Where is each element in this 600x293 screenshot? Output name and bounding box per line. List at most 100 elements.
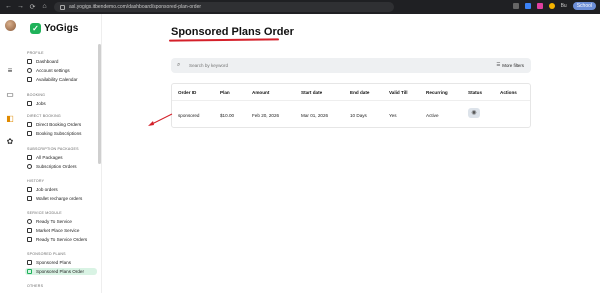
cell-order-id: sponsored	[178, 113, 200, 118]
sidebar-item-label: Ready To Service	[36, 219, 72, 224]
column-header: End date	[350, 90, 370, 95]
sidebar-item-ready-to-service[interactable]: Ready To Service	[27, 218, 72, 225]
column-header: Status	[468, 90, 483, 95]
extension-icon[interactable]	[548, 3, 555, 9]
briefcase-icon	[27, 101, 32, 106]
annotation-arrow	[148, 113, 173, 126]
column-header: Recurring	[426, 90, 448, 95]
sidebar-item-wallet-recharge-orders[interactable]: Wallet recharge orders	[27, 195, 82, 202]
logo[interactable]: ✓ YoGigs	[30, 23, 78, 34]
search-input[interactable]	[189, 63, 439, 68]
section-title: SERVICE MODULE	[27, 211, 62, 215]
cell-plan: $10.00	[220, 113, 235, 118]
settings-icon[interactable]: ✿	[6, 138, 14, 146]
extension-icon[interactable]	[536, 3, 543, 9]
sidebar-item-label: Dashboard	[36, 59, 59, 64]
search-icon: ⌕	[177, 62, 181, 68]
sidebar-item-label: Market Place Service	[36, 228, 80, 233]
sidebar: ✓ YoGigs PROFILE Dashboard Account setti…	[20, 14, 102, 293]
sidebar-item-label: Job orders	[36, 187, 58, 192]
job-orders-icon	[27, 187, 32, 192]
logo-text: YoGigs	[44, 23, 79, 34]
sponsored-icon	[27, 260, 32, 265]
subscription-orders-icon	[27, 164, 32, 169]
reload-icon[interactable]: ⟳	[29, 3, 36, 11]
chat-icon[interactable]: ▭	[6, 91, 14, 99]
sidebar-item-sponsored-plans-order[interactable]: Sponsored Plans Order	[25, 268, 97, 275]
sidebar-item-market-place-service[interactable]: Market Place Service	[27, 227, 79, 234]
sidebar-item-label: Wallet recharge orders	[36, 196, 83, 201]
marketplace-icon	[27, 228, 32, 233]
sidebar-item-label: Sponsored Plans	[36, 260, 71, 265]
title-annotation-underline	[168, 38, 280, 42]
section-title: PROFILE	[27, 51, 44, 55]
sidebar-item-label: Jobs	[36, 101, 46, 106]
toolbar-text: Bu	[560, 3, 567, 9]
sidebar-item-availability-calendar[interactable]: Availability Calendar	[27, 76, 78, 83]
sidebar-item-sponsored-plans[interactable]: Sponsored Plans	[27, 259, 71, 266]
icon-rail: ≡ ▭ ◧ ✿	[0, 14, 20, 293]
sidebar-item-subscription-orders[interactable]: Subscription Orders	[27, 163, 77, 170]
sidebar-item-job-orders[interactable]: Job orders	[27, 186, 58, 193]
browser-toolbar: ← → ⟳ ⌂ asl.yogigs.itbendemo.com/dashboa…	[0, 0, 600, 14]
section-title: DIRECT BOOKING	[27, 114, 61, 118]
avatar[interactable]	[5, 20, 16, 31]
section-title: BOOKING	[27, 93, 46, 97]
service-orders-icon	[27, 237, 32, 242]
eye-icon: ◉	[471, 110, 477, 116]
more-filters-button[interactable]: ☰ More filters	[496, 62, 524, 68]
sidebar-item-label: Direct Booking Orders	[36, 122, 82, 127]
column-header: Amount	[252, 90, 270, 95]
more-filters-label: More filters	[502, 62, 524, 68]
service-icon	[27, 219, 32, 224]
cell-recurring: Active	[426, 113, 439, 118]
cell-valid-till: Yes	[389, 113, 397, 118]
wallet-icon	[27, 196, 32, 201]
sidebar-item-direct-booking-orders[interactable]: Direct Booking Orders	[27, 121, 81, 128]
column-header: Valid Till	[389, 90, 408, 95]
back-icon[interactable]: ←	[5, 3, 12, 11]
extension-icon[interactable]	[512, 3, 519, 9]
column-header: Plan	[220, 90, 230, 95]
notification-icon[interactable]: ◧	[6, 115, 14, 123]
cell-start-date: Mar 01, 2026	[301, 113, 329, 118]
cell-amount: Feb 20, 2026	[252, 113, 280, 118]
profile-button[interactable]: School	[572, 2, 596, 10]
calendar-icon	[27, 77, 32, 82]
sidebar-scrollbar[interactable]	[98, 44, 101, 164]
home-icon[interactable]: ⌂	[41, 3, 48, 11]
dashboard-icon	[27, 59, 32, 64]
sidebar-item-label: Booking Subscriptions	[36, 131, 82, 136]
column-header: Order ID	[178, 90, 197, 95]
view-status-button[interactable]: ◉	[468, 108, 480, 118]
column-header: Actions	[500, 90, 517, 95]
section-title: SPONSORED PLANS	[27, 252, 66, 256]
orders-icon	[27, 122, 32, 127]
address-bar[interactable]: asl.yogigs.itbendemo.com/dashboard/spons…	[54, 2, 394, 12]
address-url: asl.yogigs.itbendemo.com/dashboard/spons…	[69, 4, 202, 10]
extension-icon[interactable]	[524, 3, 531, 9]
sidebar-item-booking-subscriptions[interactable]: Booking Subscriptions	[27, 130, 81, 137]
annotation-arrow-head	[148, 121, 154, 126]
sidebar-item-label: Subscription Orders	[36, 164, 77, 169]
sidebar-item-jobs[interactable]: Jobs	[27, 100, 46, 107]
menu-icon[interactable]: ≡	[6, 67, 14, 75]
sidebar-item-account-settings[interactable]: Account settings	[27, 67, 70, 74]
orders-table: Order ID Plan Amount Start date End date…	[171, 83, 531, 128]
sidebar-item-all-packages[interactable]: All Packages	[27, 154, 63, 161]
section-title: SUBSCRIPTION PACKAGES	[27, 147, 79, 151]
section-title: HISTORY	[27, 179, 45, 183]
filter-icon: ☰	[496, 62, 501, 67]
sidebar-item-dashboard[interactable]: Dashboard	[27, 58, 58, 65]
sponsored-order-icon	[27, 269, 32, 274]
search-bar: ⌕ ☰ More filters	[171, 58, 531, 73]
sidebar-item-label: Availability Calendar	[36, 77, 78, 82]
forward-icon[interactable]: →	[17, 3, 24, 11]
profile-label: School	[576, 3, 592, 9]
logo-check-icon: ✓	[30, 23, 41, 34]
header-divider	[172, 100, 530, 101]
sidebar-item-label: Sponsored Plans Order	[36, 269, 85, 274]
sidebar-item-ready-to-service-orders[interactable]: Ready To Service Orders	[27, 236, 87, 243]
site-info-icon[interactable]	[60, 4, 65, 10]
section-title: OTHERS	[27, 284, 44, 288]
